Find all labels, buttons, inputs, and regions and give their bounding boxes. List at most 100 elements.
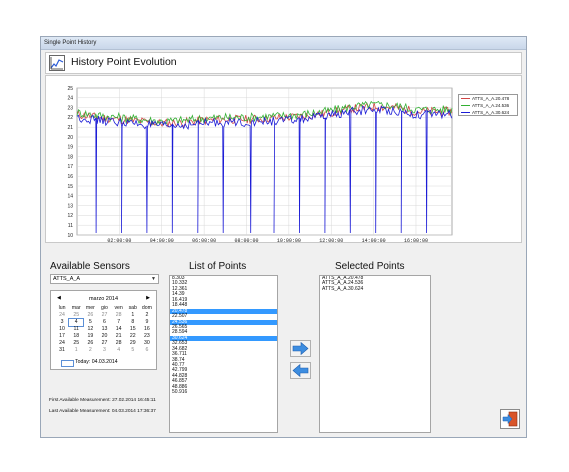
- single-point-history-window: Single Point History History Point Evolu…: [40, 36, 527, 438]
- calendar-day[interactable]: 12: [83, 326, 97, 333]
- arrow-right-icon: [292, 342, 309, 355]
- selected-points-title: Selected Points: [335, 261, 405, 272]
- calendar-day[interactable]: 9: [140, 319, 154, 326]
- legend-label: ATTS_A_A.24.536: [472, 103, 510, 108]
- calendar-day[interactable]: 16: [140, 326, 154, 333]
- calendar-day[interactable]: 8: [126, 319, 140, 326]
- calendar-day[interactable]: 10: [55, 326, 69, 333]
- y-tick-label: 20: [67, 135, 73, 141]
- x-tick-label: 08:00:00: [234, 238, 258, 244]
- available-sensors-title: Available Sensors: [50, 261, 130, 272]
- calendar-day[interactable]: 25: [69, 312, 83, 319]
- calendar-day[interactable]: 25: [69, 340, 83, 347]
- calendar-day[interactable]: 19: [83, 333, 97, 340]
- x-tick-label: 04:00:00: [150, 238, 174, 244]
- point-list-item[interactable]: 50.916: [170, 389, 277, 395]
- calendar-next-button[interactable]: ▶: [146, 295, 150, 301]
- calendar-day[interactable]: 26: [83, 312, 97, 319]
- calendar-row: 31 1 2 3 4 5 6: [55, 347, 154, 354]
- calendar-day[interactable]: 23: [140, 333, 154, 340]
- calendar-weekday: lun: [58, 305, 66, 311]
- x-tick-label: 10:00:00: [277, 238, 301, 244]
- calendar-day[interactable]: 4: [68, 318, 85, 327]
- calendar-row: 24 25 26 27 28 1 2: [55, 312, 154, 319]
- calendar-day[interactable]: 24: [55, 312, 69, 319]
- y-tick-label: 23: [67, 105, 73, 111]
- date-calendar[interactable]: ◀ marzo 2014 ▶ lun mar mer gio ven sab dom 24 25…: [50, 290, 157, 370]
- calendar-day[interactable]: 21: [112, 333, 126, 340]
- calendar-day[interactable]: 18: [69, 333, 83, 340]
- y-tick-label: 14: [67, 194, 73, 200]
- legend-item: ATTS_A_A.30.624: [459, 109, 517, 116]
- x-tick-label: 12:00:00: [319, 238, 343, 244]
- legend-item: ATTS_A_A.24.536: [459, 102, 517, 109]
- y-tick-label: 17: [67, 164, 73, 170]
- legend-swatch: [461, 98, 470, 99]
- y-tick-label: 21: [67, 125, 73, 131]
- legend-swatch: [461, 112, 470, 113]
- x-tick-label: 16:00:00: [404, 238, 428, 244]
- y-tick-label: 16: [67, 174, 73, 180]
- calendar-day[interactable]: 28: [112, 312, 126, 319]
- calendar-weekday: dom: [141, 305, 152, 311]
- calendar-day[interactable]: 5: [83, 319, 97, 326]
- calendar-day[interactable]: 17: [55, 333, 69, 340]
- calendar-day[interactable]: 28: [112, 340, 126, 347]
- calendar-day[interactable]: 26: [83, 340, 97, 347]
- y-tick-label: 18: [67, 154, 73, 160]
- y-tick-label: 10: [67, 233, 73, 239]
- remove-point-button[interactable]: [290, 362, 311, 379]
- calendar-row: lun mar mer gio ven sab dom: [55, 305, 154, 312]
- add-point-button[interactable]: [290, 340, 311, 357]
- calendar-today-link[interactable]: Today: 04.03.2014: [75, 359, 118, 365]
- calendar-day[interactable]: 30: [140, 340, 154, 347]
- calendar-day[interactable]: 6: [140, 347, 154, 354]
- calendar-day[interactable]: 27: [97, 312, 111, 319]
- calendar-day[interactable]: 15: [126, 326, 140, 333]
- calendar-day[interactable]: 22: [126, 333, 140, 340]
- chevron-down-icon[interactable]: ▼: [151, 275, 156, 284]
- exit-door-icon: [502, 411, 518, 427]
- calendar-weekday: gio: [101, 305, 108, 311]
- calendar-weekday: mer: [85, 305, 95, 311]
- calendar-grid: lun mar mer gio ven sab dom 24 25 26 27 28 1 2 3 4 5 6 7 8 9…: [55, 305, 154, 354]
- calendar-day[interactable]: 6: [97, 319, 111, 326]
- calendar-day[interactable]: 3: [55, 319, 69, 326]
- legend-label: ATTS_A_A.30.624: [472, 110, 510, 115]
- legend-item: ATTS_A_A.20.478: [459, 95, 517, 102]
- sensor-select[interactable]: ATTS_A_A ▼: [50, 274, 159, 284]
- calendar-day[interactable]: 3: [97, 347, 111, 354]
- calendar-day[interactable]: 7: [112, 319, 126, 326]
- calendar-day[interactable]: 24: [55, 340, 69, 347]
- calendar-day[interactable]: 31: [55, 347, 69, 354]
- y-tick-label: 19: [67, 145, 73, 151]
- selected-point-item[interactable]: ATTS_A_A.30.624: [320, 286, 430, 292]
- selected-points-list[interactable]: ATTS_A_A.20.478 ATTS_A_A.24.536 ATTS_A_A.3…: [319, 275, 431, 433]
- x-tick-label: 02:00:00: [107, 238, 131, 244]
- calendar-day[interactable]: 1: [69, 347, 83, 354]
- calendar-row: 3456789: [55, 318, 154, 327]
- chart-legend: ATTS_A_A.20.478 ATTS_A_A.24.536 ATTS_A_A…: [458, 94, 518, 116]
- calendar-day[interactable]: 20: [97, 333, 111, 340]
- calendar-day[interactable]: 11: [69, 326, 83, 333]
- calendar-day[interactable]: 5: [126, 347, 140, 354]
- calendar-day[interactable]: 2: [140, 312, 154, 319]
- calendar-day[interactable]: 29: [126, 340, 140, 347]
- plot-area: [76, 87, 453, 236]
- calendar-day[interactable]: 27: [97, 340, 111, 347]
- calendar-day[interactable]: 1: [126, 312, 140, 319]
- exit-button[interactable]: [500, 409, 520, 429]
- y-tick-label: 24: [67, 96, 73, 102]
- last-measurement-text: Last Available Measurement: 04.03.2014 1…: [49, 409, 156, 414]
- calendar-day[interactable]: 14: [112, 326, 126, 333]
- calendar-row: 24 25 26 27 28 29 30: [55, 340, 154, 347]
- history-line-chart: 10 11 12 13 14 15 16 17 18 19 20 21 22 23 24 25 02:00:00…: [67, 86, 453, 244]
- calendar-day[interactable]: 4: [112, 347, 126, 354]
- points-list[interactable]: 8.303 10.332 12.361 14.39 16.419 18.448 20.478…: [169, 275, 278, 433]
- chart-panel: 10 11 12 13 14 15 16 17 18 19 20 21 22 23 24 25 02:00:00…: [45, 75, 522, 244]
- calendar-day[interactable]: 13: [97, 326, 111, 333]
- y-tick-label: 22: [67, 115, 73, 121]
- y-tick-label: 25: [67, 86, 73, 92]
- calendar-day[interactable]: 2: [83, 347, 97, 354]
- calendar-weekday: sab: [128, 305, 137, 311]
